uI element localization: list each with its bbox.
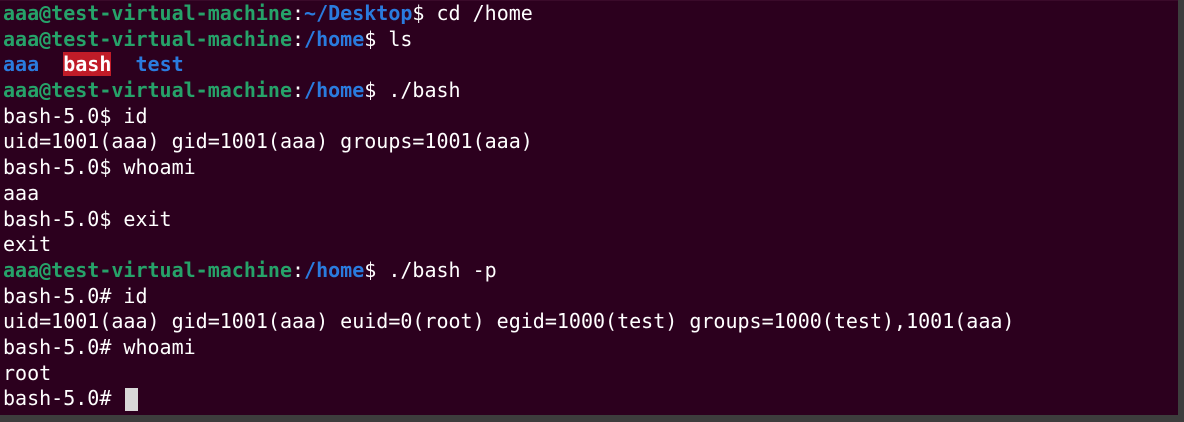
terminal-line: aaa@test-virtual-machine:/home$ ./bash [0,78,1184,104]
window-border [0,415,1184,422]
prompt-path: /home [304,257,365,282]
prompt-user: aaa@test-virtual-machine [3,1,292,25]
terminal-line: bash-5.0# id [3,283,148,308]
prompt-path: /home [304,78,365,103]
ls-entry-aaa-directory: aaa [3,52,40,77]
terminal-line: aaa@test-virtual-machine:~/Desktop$ cd /… [0,1,1184,27]
terminal-window[interactable]: aaa@test-virtual-machine:~/Desktop$ cd /… [0,0,1184,422]
command-text: ./bash -p [388,257,497,282]
terminal-output-line: aaa [3,180,40,205]
prompt-dollar: $ [412,1,437,25]
prompt-separator: : [291,26,305,51]
shell-prompt: bash-5.0# [3,386,124,411]
ls-gap [39,52,63,76]
terminal-line: bash-5.0$ exit [3,206,172,231]
prompt-path: /home [304,26,365,51]
command-text: cd /home [436,1,533,25]
command-text: ls [388,26,413,51]
terminal-output-line: root [3,360,52,385]
terminal-line: bash-5.0$ id [3,103,148,128]
terminal-output-line: exit [3,232,52,257]
ls-gap [111,52,135,76]
prompt-separator: : [291,78,305,103]
terminal-line: aaa@test-virtual-machine:/home$ ./bash -… [0,258,1184,284]
terminal-line: bash-5.0$ whoami [3,155,196,180]
prompt-path: ~/Desktop [304,1,413,25]
ls-entry-test-directory: test [135,52,184,77]
prompt-separator: : [291,1,305,25]
terminal-input-line[interactable]: bash-5.0# [0,386,1184,412]
command-text: ./bash [388,78,461,103]
prompt-dollar: $ [364,78,389,103]
prompt-user: aaa@test-virtual-machine [3,257,292,282]
block-cursor-icon [125,388,139,412]
prompt-user: aaa@test-virtual-machine [3,78,292,103]
prompt-separator: : [291,257,305,282]
terminal-line: aaa@test-virtual-machine:/home$ ls [0,27,1184,53]
prompt-dollar: $ [364,257,389,282]
terminal-output-line: uid=1001(aaa) gid=1001(aaa) euid=0(root)… [3,309,1015,334]
prompt-user: aaa@test-virtual-machine [3,26,292,51]
terminal-output-line: uid=1001(aaa) gid=1001(aaa) groups=1001(… [3,129,533,154]
ls-entry-bash-setuid: bash [63,52,112,77]
window-border [1178,0,1184,422]
ls-output-line: aaa bash test [0,52,1184,78]
prompt-dollar: $ [364,26,389,51]
terminal-line: bash-5.0# whoami [3,334,196,359]
